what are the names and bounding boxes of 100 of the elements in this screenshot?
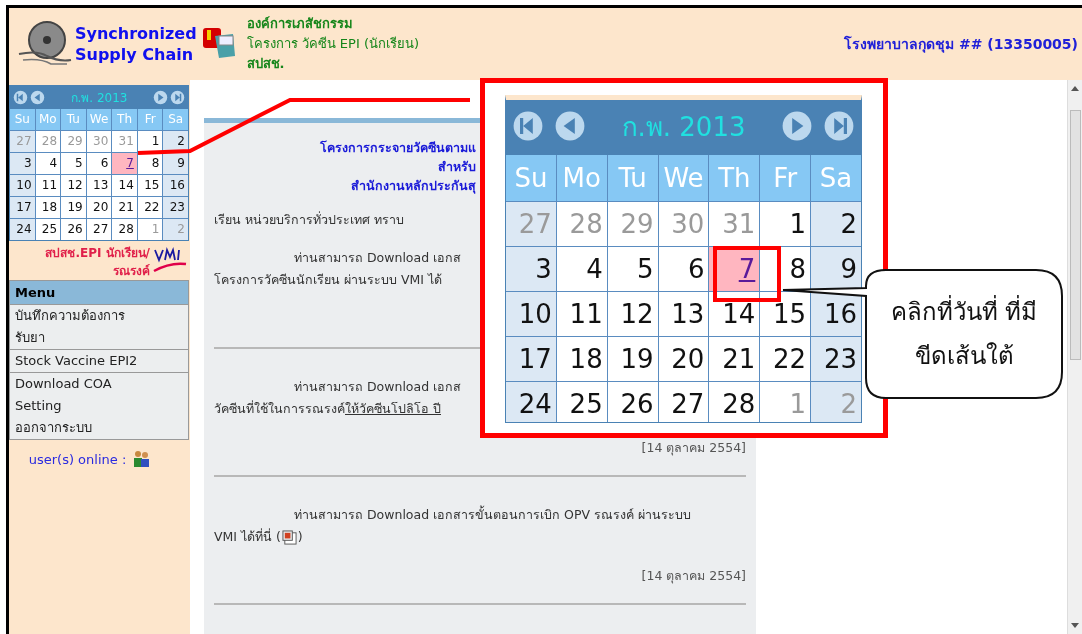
calendar-day: 29	[61, 131, 86, 152]
calendar-day: 9	[811, 247, 861, 291]
calendar-day: 26	[607, 382, 658, 422]
calendar-day: 15	[760, 292, 811, 336]
weekday-label: We	[86, 109, 112, 130]
weekday-label: We	[658, 155, 709, 201]
calendar-day: 31	[709, 202, 760, 246]
scroll-down-icon[interactable]	[1070, 620, 1080, 630]
news-title: สำนักงานหลักประกันสุ	[351, 177, 476, 195]
last-month-icon[interactable]	[823, 110, 855, 142]
calendar-day: 9	[163, 153, 188, 174]
calendar-day: 20	[86, 197, 112, 218]
paragraph-line: ท่านสามารถ Download เอกส	[294, 249, 462, 267]
menu-item[interactable]: Setting	[10, 395, 188, 417]
calendar-day: 28	[35, 131, 61, 152]
weekday-label: Mo	[35, 109, 61, 130]
program-title: รณรงค์	[113, 263, 150, 280]
scroll-up-icon[interactable]	[1070, 84, 1080, 94]
disc-logo-icon	[17, 20, 73, 68]
calendar-day: 5	[607, 247, 658, 291]
menu-item[interactable]: Stock Vaccine EPI2	[10, 350, 188, 372]
weekday-label: Mo	[556, 155, 607, 201]
calendar-day: 10	[506, 292, 556, 336]
calendar-day: 21	[112, 197, 137, 218]
calendar-day: 10	[10, 175, 35, 196]
calendar-day: 27	[658, 382, 709, 422]
calendar-day: 2	[811, 382, 861, 422]
calendar-day: 13	[86, 175, 112, 196]
document-link[interactable]: ให้วัคซีนโปลิโอ ปี	[345, 401, 441, 416]
calendar-day: 12	[607, 292, 658, 336]
news-title: โครงการกระจายวัคซีนตามแ	[320, 139, 476, 157]
callout-text: คลิกที่วันที่ ที่มี	[890, 290, 1038, 334]
news-title: สำหรับ	[438, 158, 476, 176]
calendar-day: 24	[10, 219, 35, 240]
highlight-frame	[713, 246, 781, 302]
closing-parenthesis: )	[297, 528, 303, 546]
calendar-day: 17	[10, 197, 35, 218]
hospital-name: โรงพยาบาลกุดชุม ## (13350005)	[844, 34, 1078, 55]
weekday-label: Fr	[137, 109, 163, 130]
paragraph-line: ท่านสามารถ Download เอกส	[294, 378, 462, 396]
calendar-day: 4	[556, 247, 607, 291]
news-date: [14 ตุลาคม 2554]	[641, 567, 746, 586]
calendar-day: 4	[35, 153, 61, 174]
previous-month-icon[interactable]	[30, 90, 45, 105]
calendar-day: 28	[556, 202, 607, 246]
menu-item[interactable]: ออกจากระบบ	[10, 417, 188, 439]
calendar-day: 12	[61, 175, 86, 196]
calendar-day: 27	[506, 202, 556, 246]
news-date: [14 ตุลาคม 2554]	[641, 439, 746, 458]
organization-text: องค์การเภสัชกรรม	[246, 15, 354, 33]
menu-item[interactable]: Download COA	[10, 373, 188, 395]
calendar-day: 1	[137, 219, 163, 240]
calendar-day: 18	[556, 337, 607, 381]
scroll-thumb[interactable]	[1069, 110, 1081, 360]
calendar-day: 27	[10, 131, 35, 152]
calendar-day: 3	[10, 153, 35, 174]
paragraph-line: วัคซีนที่ใช้ในการรณรงค์ให้วัคซีนโปลิโอ ปี	[214, 399, 441, 418]
first-month-icon[interactable]	[512, 110, 544, 142]
app-name: Synchronized	[75, 23, 197, 44]
calendar-day: 3	[506, 247, 556, 291]
weekday-label: Fr	[760, 155, 811, 201]
month-label: ก.พ. 2013	[69, 90, 129, 107]
calendar-day: 11	[35, 175, 61, 196]
calendar-day: 20	[658, 337, 709, 381]
calendar-day: 26	[61, 219, 86, 240]
paragraph-line: โครงการวัคซีนนักเรียน ผ่านระบบ VMI ได้	[214, 271, 442, 289]
attachment-icon[interactable]	[281, 529, 297, 545]
weekday-label: Sa	[163, 109, 188, 130]
calendar-day: 21	[709, 337, 760, 381]
paragraph-line: VMI ได้ที่นี่ (	[214, 527, 281, 546]
last-month-icon[interactable]	[170, 90, 185, 105]
calendar-day: 30	[86, 131, 112, 152]
calendar-day: 28	[112, 219, 137, 240]
organization-text: โครงการ วัคซีน EPI (นักเรียน)	[246, 35, 420, 53]
calendar-day: 13	[658, 292, 709, 336]
paragraph-line: ท่านสามารถ Download เอกสารขั้นตอนการเบิก OPV รณรงค์ ผ่านระบบ	[294, 504, 691, 524]
first-month-icon[interactable]	[13, 90, 28, 105]
calendar-day: 23	[811, 337, 861, 381]
month-label: ก.พ. 2013	[620, 110, 747, 144]
calendar-day: 1	[137, 131, 163, 152]
calendar-day: 6	[86, 153, 112, 174]
weekday-label: Th	[709, 155, 760, 201]
users-icon	[132, 450, 151, 468]
menu-item[interactable]: บันทึกความต้องการ	[10, 305, 188, 327]
weekday-label: Th	[112, 109, 137, 130]
calendar-day[interactable]: 7	[112, 153, 137, 174]
calendar-day: 1	[760, 382, 811, 422]
calendar-day: 28	[709, 382, 760, 422]
menu-item[interactable]: รับยา	[10, 327, 188, 349]
calendar-day: 19	[607, 337, 658, 381]
weekday-label: Su	[10, 109, 35, 130]
next-month-icon[interactable]	[781, 110, 813, 142]
calendar-day: 16	[163, 175, 188, 196]
scrollbar[interactable]	[1067, 80, 1082, 634]
calendar-day: 29	[607, 202, 658, 246]
next-month-icon[interactable]	[153, 90, 168, 105]
previous-month-icon[interactable]	[554, 110, 586, 142]
calendar-day: 2	[811, 202, 861, 246]
calendar-day: 24	[506, 382, 556, 422]
calendar-day: 25	[35, 219, 61, 240]
